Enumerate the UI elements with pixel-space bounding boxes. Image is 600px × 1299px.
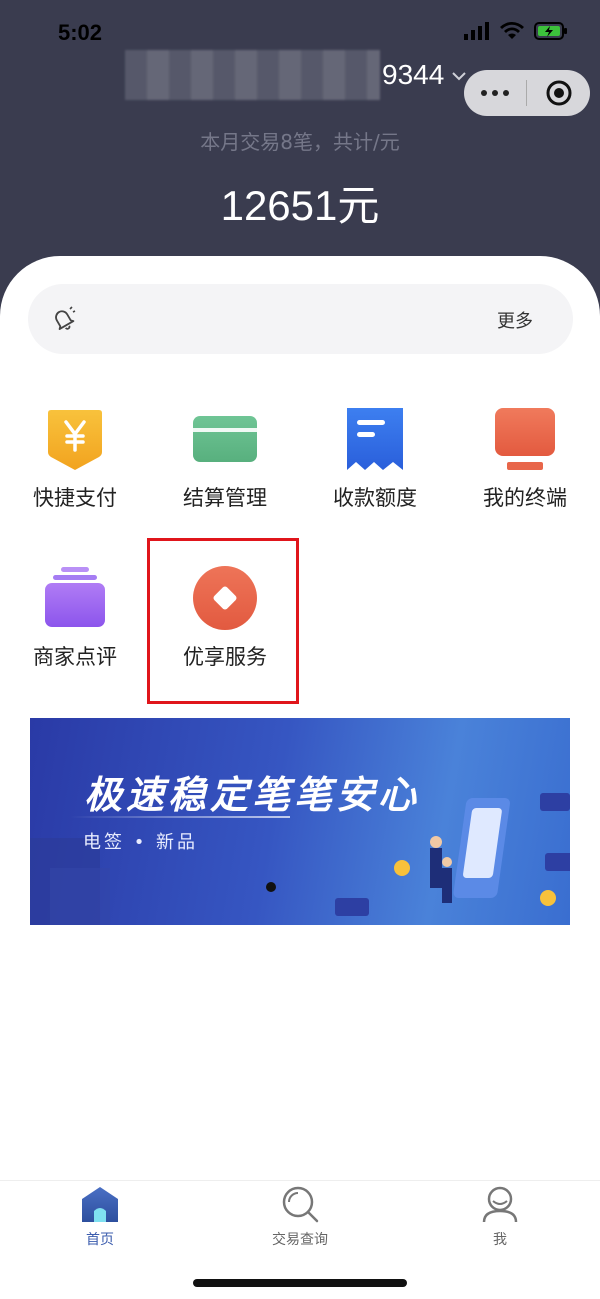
- more-options-button[interactable]: [464, 90, 526, 96]
- grid-label: 商家点评: [33, 645, 117, 669]
- monthly-summary: 本月交易8笔，共计/元: [200, 130, 400, 154]
- notice-bar[interactable]: 更多: [28, 284, 573, 354]
- close-miniprogram-button[interactable]: [527, 79, 590, 107]
- tab-label: 我: [493, 1232, 507, 1248]
- home-icon: [82, 1187, 118, 1222]
- total-amount: 12651元: [220, 182, 380, 229]
- bell-icon: [50, 306, 76, 336]
- highlight-box: [147, 538, 299, 704]
- grid-label: 收款额度: [333, 486, 417, 510]
- signal-icon: [464, 22, 489, 40]
- grid-label: 快捷支付: [33, 486, 117, 510]
- grid-label: 我的终端: [483, 486, 567, 510]
- tab-me[interactable]: 我: [430, 1185, 570, 1249]
- miniprogram-capsule: [464, 70, 590, 116]
- tab-label: 交易查询: [272, 1232, 328, 1248]
- folder-stack-icon: [45, 567, 105, 627]
- tab-label: 首页: [86, 1232, 114, 1248]
- status-time: 5:02: [58, 20, 103, 45]
- wifi-icon: [500, 22, 524, 39]
- grid-item-quick-pay[interactable]: 快捷支付: [0, 406, 150, 512]
- user-icon: [482, 1186, 518, 1223]
- yen-shield-icon: [48, 410, 102, 470]
- receipt-icon: [347, 408, 403, 470]
- promo-banner[interactable]: 极速稳定笔笔安心 电签 • 新品: [30, 718, 570, 925]
- tab-transaction-query[interactable]: 交易查询: [230, 1185, 370, 1249]
- terminal-icon: [495, 408, 555, 470]
- banner-subtitle: 电签 • 新品: [83, 832, 199, 853]
- home-indicator: [193, 1279, 407, 1287]
- battery-icon: [534, 22, 567, 40]
- tab-home[interactable]: 首页: [30, 1185, 170, 1249]
- account-selector[interactable]: 9344: [125, 50, 467, 100]
- card-icon: [193, 416, 257, 462]
- status-icons: [464, 22, 568, 40]
- grid-label: 结算管理: [183, 486, 267, 510]
- grid-item-settlement[interactable]: 结算管理: [150, 406, 300, 512]
- target-icon: [546, 80, 571, 106]
- grid-item-merchant-review[interactable]: 商家点评: [0, 565, 150, 671]
- grid-item-limit[interactable]: 收款额度: [300, 406, 450, 512]
- banner-pagination-dot[interactable]: [266, 882, 276, 892]
- account-suffix: 9344: [382, 59, 445, 90]
- banner-illustration: [30, 793, 570, 925]
- masked-account-number: [125, 50, 380, 100]
- notice-more-link[interactable]: 更多: [497, 307, 533, 333]
- search-icon: [282, 1186, 319, 1223]
- banner-title: 极速稳定笔笔安心: [84, 773, 421, 817]
- grid-item-terminal[interactable]: 我的终端: [450, 406, 600, 512]
- chevron-down-icon: [452, 65, 467, 86]
